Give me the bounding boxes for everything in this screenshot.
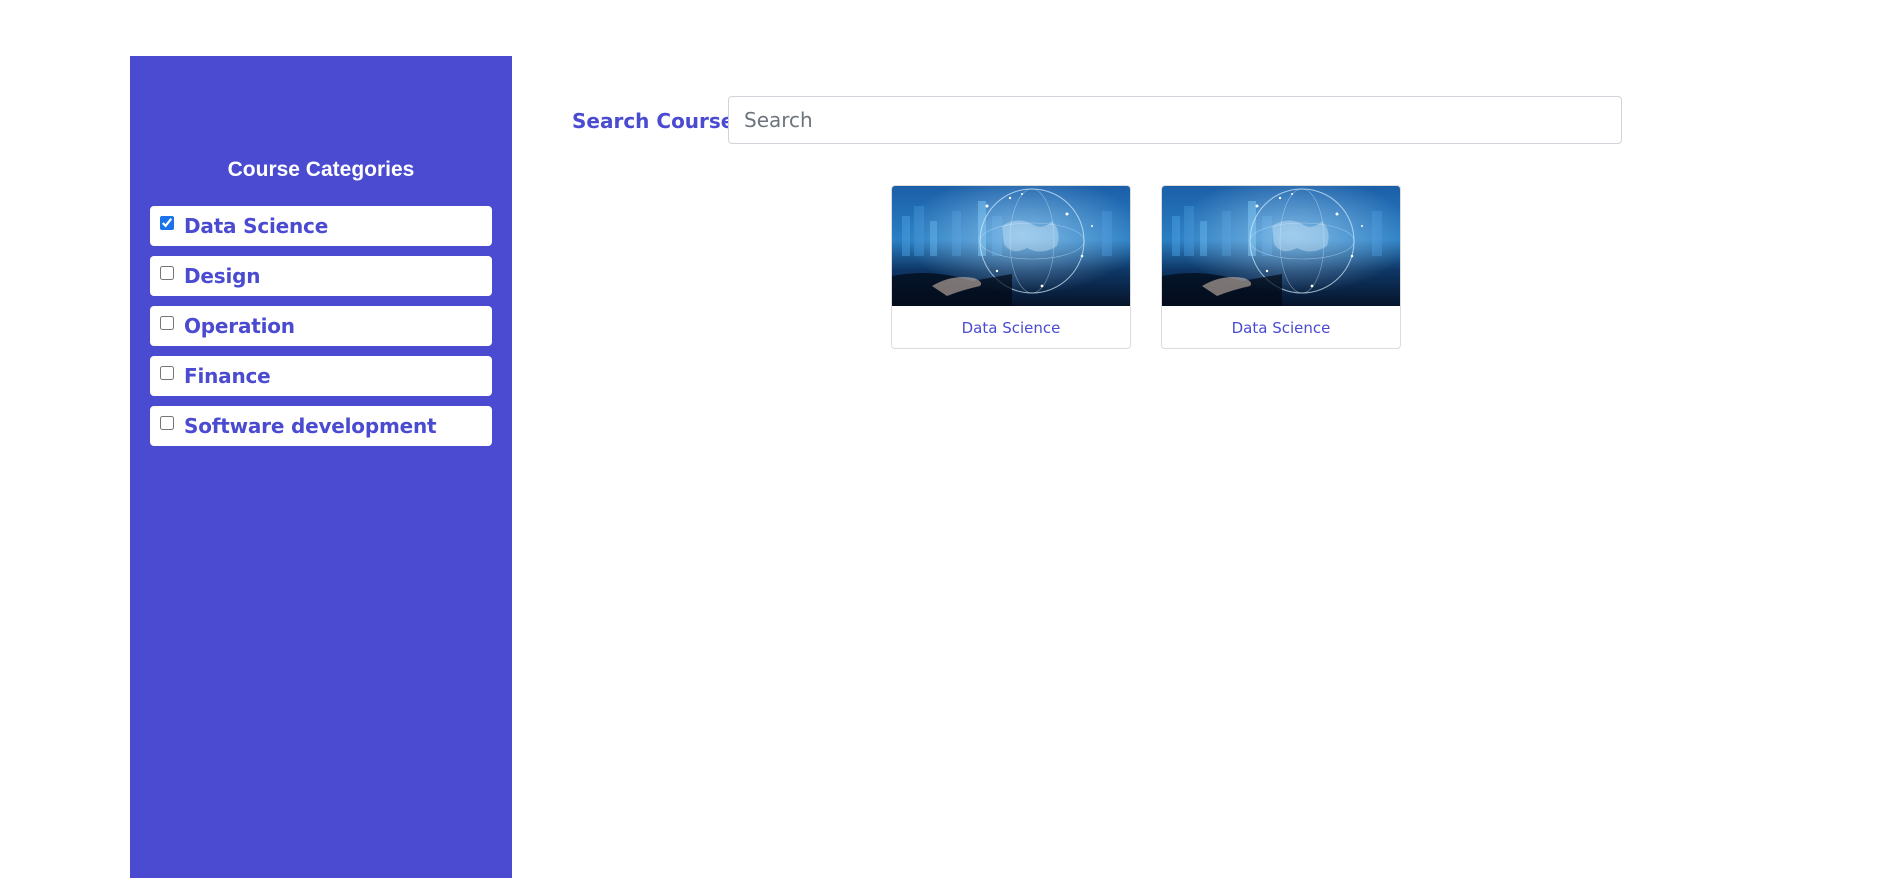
data-science-globe-image [1162,186,1400,306]
course-categories-sidebar: Course Categories Data Science Design Op… [130,56,512,878]
category-checkbox-software-development[interactable] [160,416,174,430]
category-label: Software development [184,414,437,438]
category-checkbox-finance[interactable] [160,366,174,380]
category-label: Operation [184,314,295,338]
category-item-design[interactable]: Design [150,256,492,296]
course-card-list: Data Science Data Science [891,185,1431,349]
sidebar-title: Course Categories [227,158,415,181]
category-item-software-development[interactable]: Software development [150,406,492,446]
category-label: Design [184,264,261,288]
course-card[interactable]: Data Science [1161,185,1401,349]
course-title: Data Science [961,319,1061,337]
category-checkbox-operation[interactable] [160,316,174,330]
course-title: Data Science [1231,319,1331,337]
category-item-operation[interactable]: Operation [150,306,492,346]
search-courses-label: Search Courses [572,109,747,133]
category-list: Data Science Design Operation Finance So… [150,206,492,456]
category-item-finance[interactable]: Finance [150,356,492,396]
category-checkbox-design[interactable] [160,266,174,280]
category-item-data-science[interactable]: Data Science [150,206,492,246]
search-input[interactable] [728,96,1622,144]
category-checkbox-data-science[interactable] [160,216,174,230]
category-label: Data Science [184,214,329,238]
course-card[interactable]: Data Science [891,185,1131,349]
data-science-globe-image [892,186,1130,306]
category-label: Finance [184,364,271,388]
